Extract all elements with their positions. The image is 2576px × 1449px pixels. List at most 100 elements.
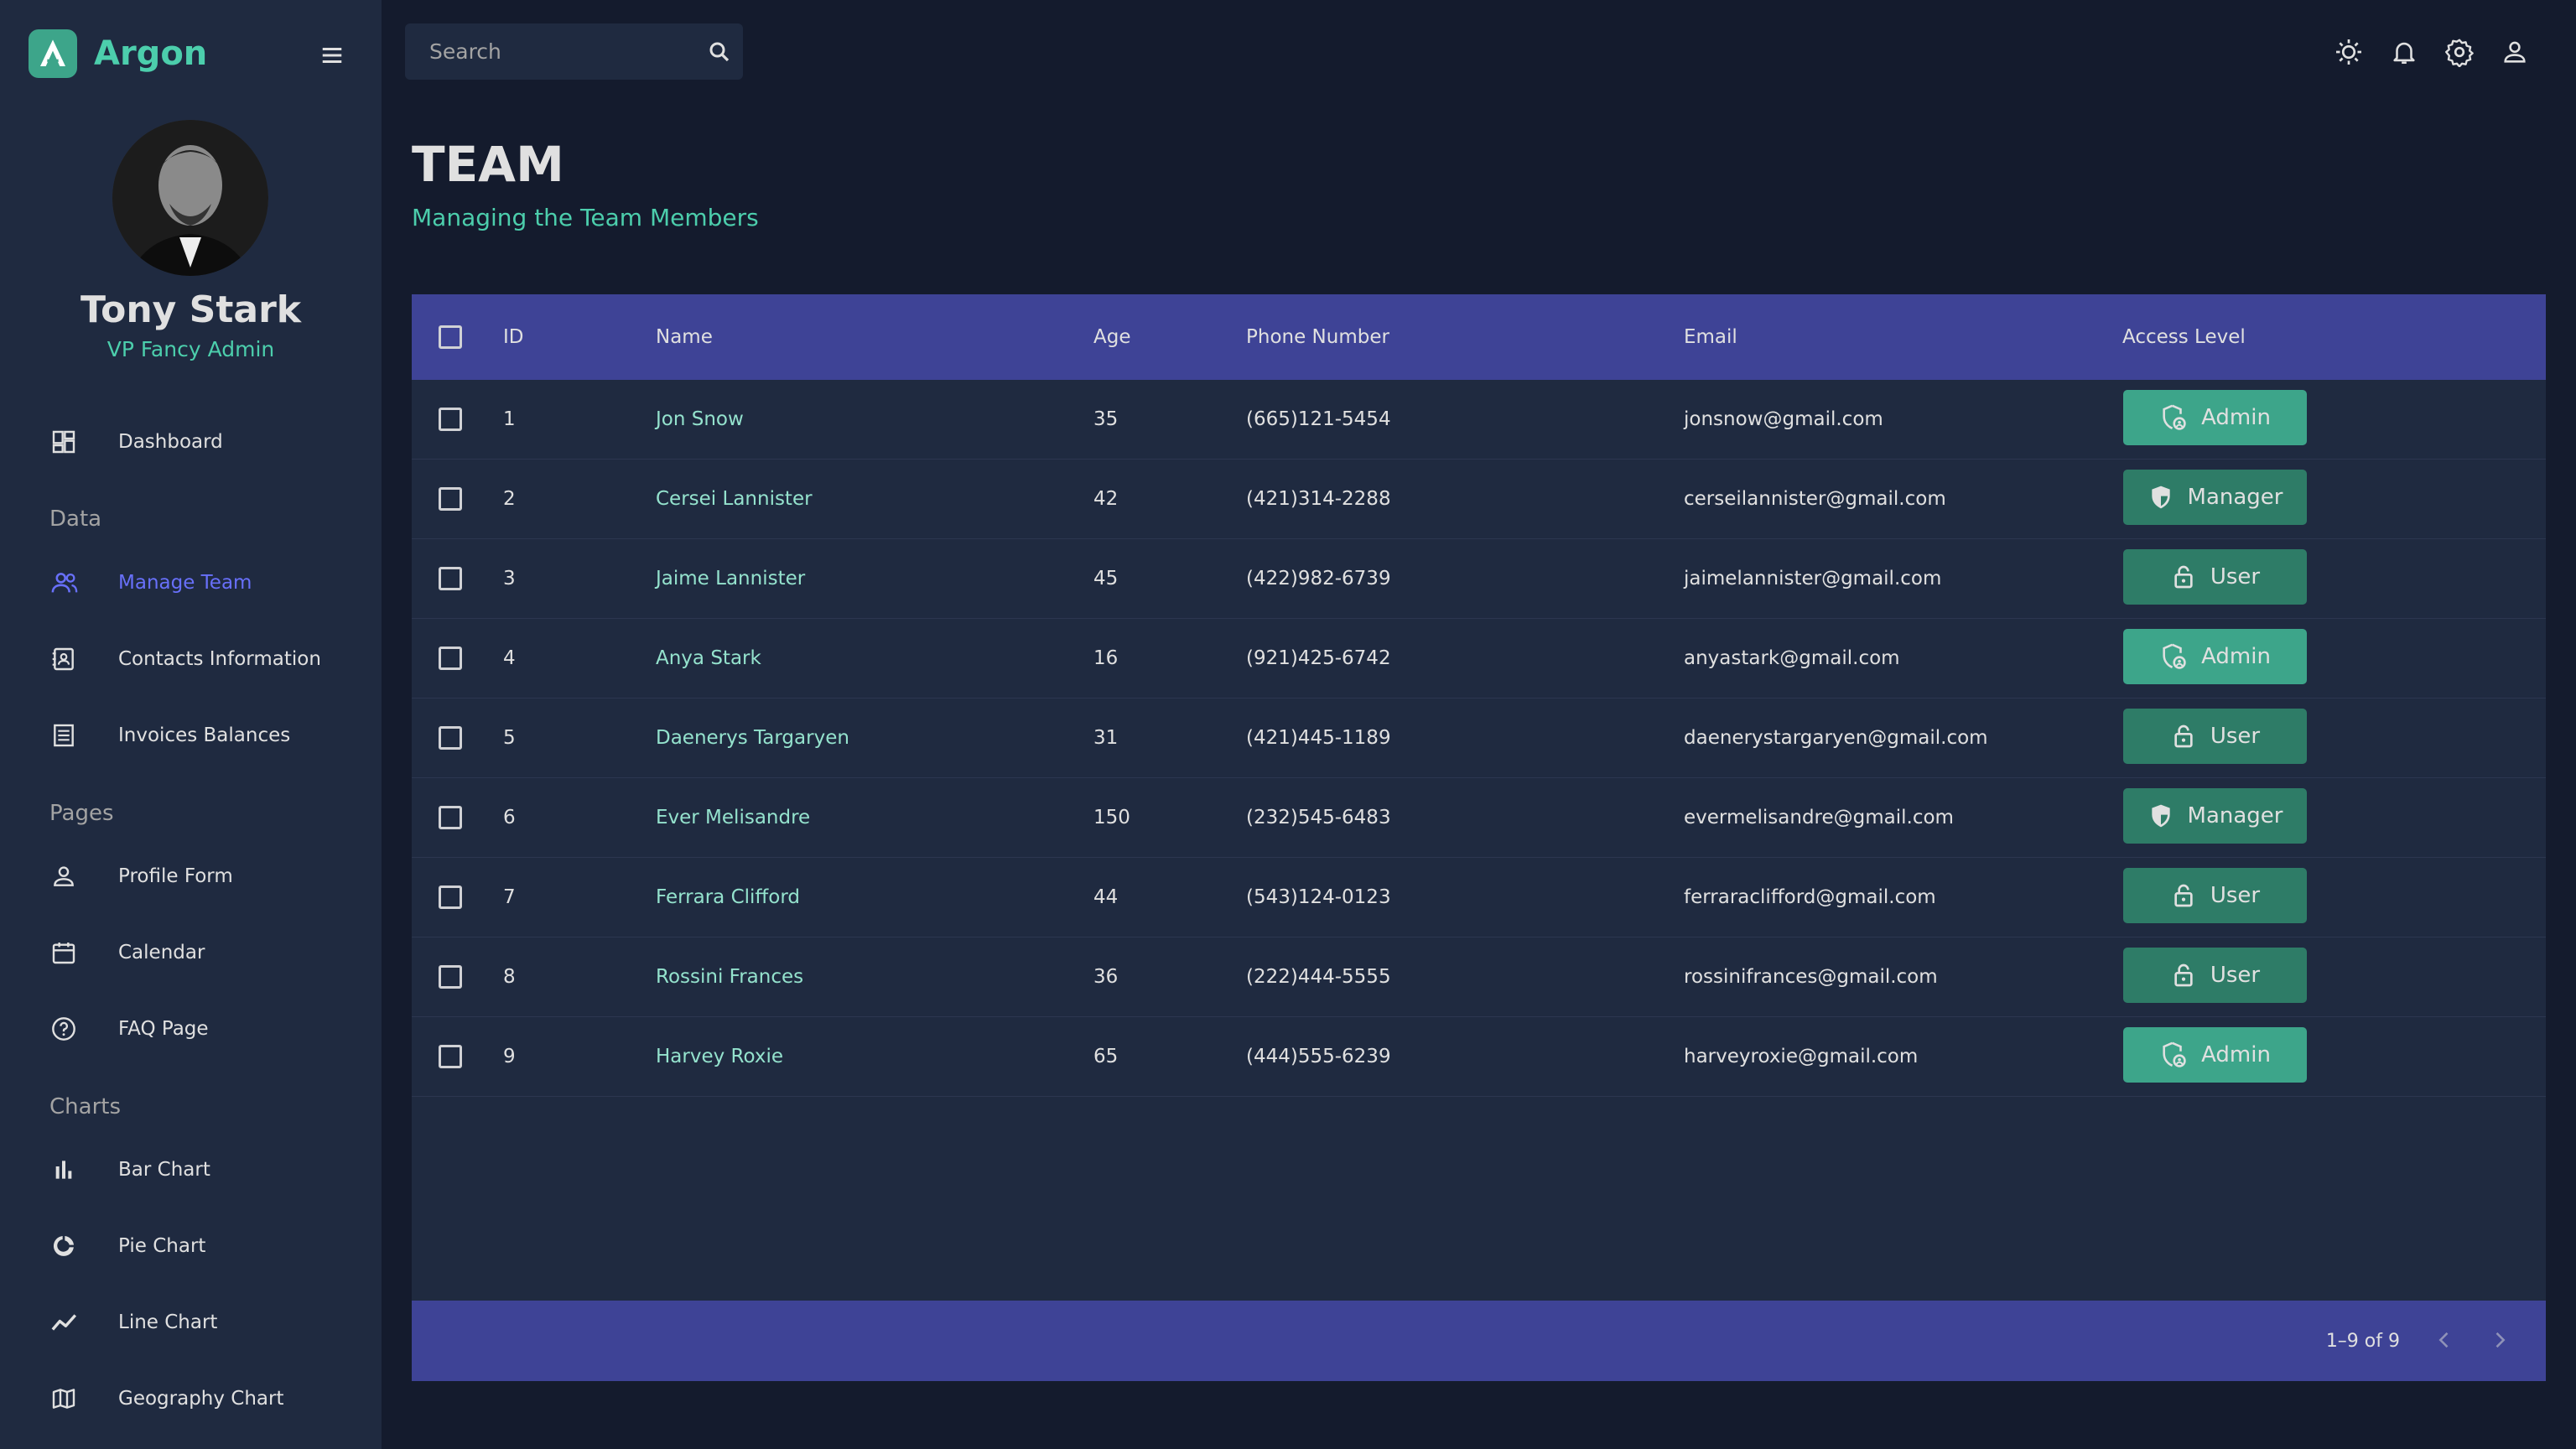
cell-age: 45 <box>1093 568 1119 589</box>
lock-open-icon <box>2170 723 2197 750</box>
nav-invoices-balances-label: Invoices Balances <box>118 724 291 746</box>
row-checkbox[interactable] <box>439 487 462 511</box>
cell-phone: (222)444-5555 <box>1246 966 1391 988</box>
column-header-name[interactable]: Name <box>656 326 713 348</box>
nav-contacts-information[interactable]: Contacts Information <box>50 634 369 684</box>
access-level-badge[interactable]: User <box>2123 868 2307 923</box>
admin-panel-icon <box>2159 403 2188 432</box>
table-row[interactable]: 9 Harvey Roxie 65 (444)555-6239 harveyroxie@… <box>412 1017 2546 1097</box>
cell-id: 7 <box>503 886 516 908</box>
nav-profile-form[interactable]: Profile Form <box>50 851 369 901</box>
cell-id: 3 <box>503 568 516 589</box>
notifications-button[interactable] <box>2376 27 2432 77</box>
access-level-label: User <box>2210 724 2261 749</box>
access-level-badge[interactable]: Admin <box>2123 629 2307 684</box>
search-input[interactable] <box>405 23 695 80</box>
lock-open-icon <box>2170 564 2197 590</box>
section-pages: Pages <box>49 801 114 826</box>
nav-dashboard-label: Dashboard <box>118 431 223 453</box>
nav-invoices-balances[interactable]: Invoices Balances <box>50 710 369 761</box>
nav-pie-chart-label: Pie Chart <box>118 1235 206 1257</box>
cell-phone: (421)314-2288 <box>1246 488 1391 510</box>
cell-phone: (421)445-1189 <box>1246 727 1391 749</box>
nav-line-chart-label: Line Chart <box>118 1311 218 1333</box>
search-button[interactable] <box>695 27 743 77</box>
column-header-id[interactable]: ID <box>503 326 524 348</box>
cell-phone: (543)124-0123 <box>1246 886 1391 908</box>
table-row[interactable]: 6 Ever Melisandre 150 (232)545-6483 evermeli… <box>412 778 2546 858</box>
access-level-badge[interactable]: User <box>2123 549 2307 605</box>
column-header-age[interactable]: Age <box>1093 326 1130 348</box>
nav-geography-chart[interactable]: Geography Chart <box>50 1374 369 1424</box>
nav-contacts-information-label: Contacts Information <box>118 648 321 670</box>
profile-button[interactable] <box>2487 27 2542 77</box>
cell-name: Harvey Roxie <box>656 1046 783 1067</box>
row-checkbox[interactable] <box>439 567 462 590</box>
nav-dashboard[interactable]: Dashboard <box>50 417 369 467</box>
access-level-badge[interactable]: User <box>2123 948 2307 1003</box>
chevron-left-icon <box>2438 1332 2449 1348</box>
cell-email: rossinifrances@gmail.com <box>1684 966 1938 988</box>
table-row[interactable]: 8 Rossini Frances 36 (222)444-5555 rossinifr… <box>412 937 2546 1017</box>
column-header-phone[interactable]: Phone Number <box>1246 326 1389 348</box>
select-all-checkbox[interactable] <box>439 325 462 349</box>
menu-toggle-button[interactable] <box>317 40 347 70</box>
dashboard-icon <box>50 417 101 467</box>
access-level-badge[interactable]: Manager <box>2123 470 2307 525</box>
access-level-label: User <box>2210 564 2261 589</box>
cell-email: daenerystargaryen@gmail.com <box>1684 727 1988 749</box>
table-row[interactable]: 5 Daenerys Targaryen 31 (421)445-1189 daener… <box>412 699 2546 778</box>
row-checkbox[interactable] <box>439 647 462 670</box>
access-level-badge[interactable]: Manager <box>2123 788 2307 844</box>
nav-geography-chart-label: Geography Chart <box>118 1388 284 1410</box>
lock-open-icon <box>2170 882 2197 909</box>
cell-name: Cersei Lannister <box>656 488 813 510</box>
table-row[interactable]: 1 Jon Snow 35 (665)121-5454 jonsnow@gmail.co… <box>412 380 2546 460</box>
cell-name: Ferrara Clifford <box>656 886 800 908</box>
table-row[interactable]: 7 Ferrara Clifford 44 (543)124-0123 ferrarac… <box>412 858 2546 937</box>
page-title: TEAM <box>412 136 564 193</box>
cell-email: harveyroxie@gmail.com <box>1684 1046 1919 1067</box>
team-table: ID Name Age Phone Number Email Access Le… <box>412 294 2546 1381</box>
table-row[interactable]: 4 Anya Stark 16 (921)425-6742 anyastark@gmai… <box>412 619 2546 699</box>
light-mode-button[interactable] <box>2321 27 2376 77</box>
access-level-badge[interactable]: User <box>2123 709 2307 764</box>
access-level-badge[interactable]: Admin <box>2123 1027 2307 1083</box>
next-page-button[interactable] <box>2480 1321 2519 1359</box>
light-mode-icon <box>2336 39 2361 65</box>
table-row[interactable]: 2 Cersei Lannister 42 (421)314-2288 cerseila… <box>412 460 2546 539</box>
search-box <box>405 23 743 80</box>
nav-calendar[interactable]: Calendar <box>50 927 369 978</box>
nav-faq-page[interactable]: FAQ Page <box>50 1004 369 1054</box>
row-checkbox[interactable] <box>439 1045 462 1068</box>
access-level-badge[interactable]: Admin <box>2123 390 2307 445</box>
nav-pie-chart[interactable]: Pie Chart <box>50 1221 369 1271</box>
topbar-actions <box>2321 27 2542 77</box>
nav-calendar-label: Calendar <box>118 942 205 963</box>
row-checkbox[interactable] <box>439 965 462 989</box>
row-checkbox[interactable] <box>439 886 462 909</box>
nav-bar-chart[interactable]: Bar Chart <box>50 1145 369 1195</box>
cell-email: anyastark@gmail.com <box>1684 647 1900 669</box>
cell-age: 150 <box>1093 807 1130 828</box>
row-checkbox[interactable] <box>439 806 462 829</box>
settings-button[interactable] <box>2432 27 2487 77</box>
person-outline-icon <box>50 851 101 901</box>
column-header-email[interactable]: Email <box>1684 326 1737 348</box>
table-row[interactable]: 3 Jaime Lannister 45 (422)982-6739 jaimelann… <box>412 539 2546 619</box>
row-checkbox[interactable] <box>439 726 462 750</box>
cell-id: 2 <box>503 488 516 510</box>
settings-icon <box>2445 39 2474 67</box>
brand-name: Argon <box>94 34 208 73</box>
column-header-access[interactable]: Access Level <box>2122 326 2246 348</box>
previous-page-button[interactable] <box>2425 1321 2464 1359</box>
access-level-label: Manager <box>2187 485 2283 510</box>
admin-panel-icon <box>2159 642 2188 671</box>
menu-icon <box>322 48 342 63</box>
help-outline-icon <box>50 1004 101 1054</box>
nav-line-chart[interactable]: Line Chart <box>50 1297 369 1348</box>
nav-manage-team[interactable]: Manage Team <box>50 558 369 608</box>
row-checkbox[interactable] <box>439 408 462 431</box>
access-level-label: Manager <box>2187 803 2283 828</box>
cell-phone: (422)982-6739 <box>1246 568 1391 589</box>
